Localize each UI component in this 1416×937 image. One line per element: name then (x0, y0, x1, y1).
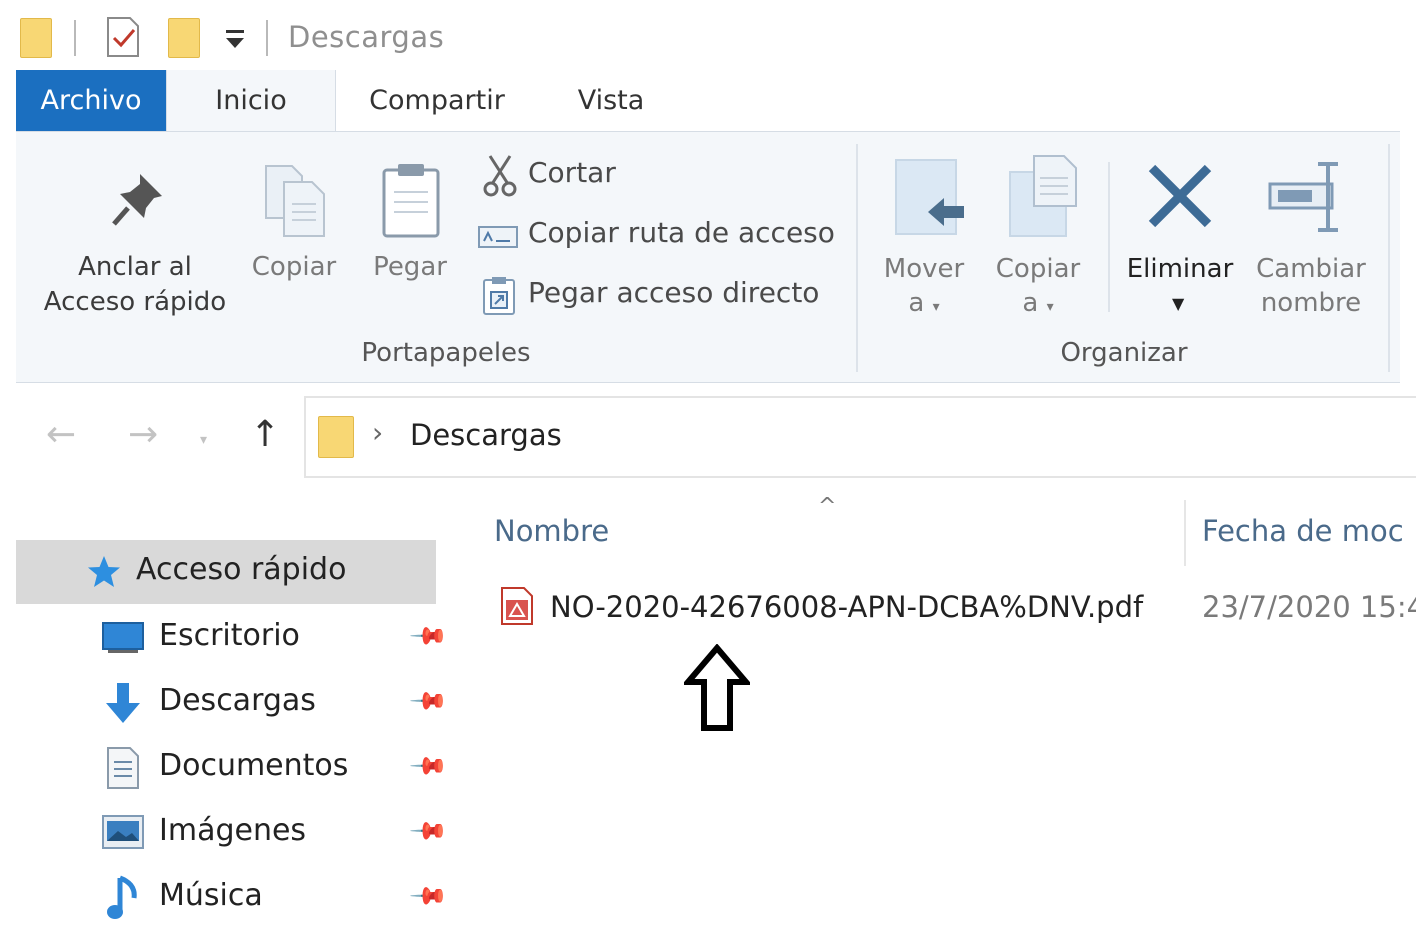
copy-to-button[interactable]: Copiar a ▾ (986, 155, 1090, 346)
copy-icon (262, 164, 328, 238)
column-header-name[interactable]: Nombre (494, 514, 609, 548)
cut-label: Cortar (528, 156, 616, 189)
pin-quick-access-button[interactable]: Anclar al Acceso rápido (30, 162, 240, 352)
pin-icon (110, 168, 170, 228)
delete-x-icon (1144, 160, 1216, 232)
address-folder-icon (318, 416, 354, 458)
cut-button[interactable]: Cortar (478, 154, 848, 198)
toolbar-separator (74, 20, 76, 56)
desktop-icon (102, 622, 144, 654)
pin-icon[interactable]: 📌 (408, 616, 449, 657)
nav-item-imagenes[interactable]: Imágenes 📌 (16, 803, 449, 863)
ribbon: Anclar al Acceso rápido Copiar Pegar Cor… (16, 131, 1400, 383)
copy-to-icon (1006, 152, 1084, 240)
downloads-icon (104, 681, 142, 725)
organize-group-label: Organizar (1060, 338, 1188, 368)
pdf-icon (500, 586, 534, 626)
delete-dropdown-arrow[interactable]: ▼ (1172, 294, 1184, 313)
rename-button[interactable]: Cambiar nombre (1246, 156, 1376, 346)
tab-archivo[interactable]: Archivo (16, 70, 166, 132)
recent-locations-chevron-icon[interactable]: ▾ (200, 432, 207, 448)
pin-label-line1: Anclar al (78, 252, 192, 282)
quick-access-label: Acceso rápido (136, 552, 347, 587)
ribbon-tabs: Archivo Inicio Compartir Vista (16, 70, 1400, 132)
forward-arrow-icon[interactable]: → (128, 414, 158, 455)
customize-toolbar-icon[interactable] (224, 22, 248, 50)
music-icon (106, 874, 140, 922)
nav-item-label: Imágenes (159, 813, 307, 848)
paste-shortcut-label: Pegar acceso directo (528, 276, 820, 309)
nav-item-escritorio[interactable]: Escritorio 📌 (16, 608, 449, 668)
delete-button[interactable]: Eliminar ▼ (1120, 156, 1240, 346)
paste-label: Pegar (373, 252, 447, 282)
copy-path-label: Copiar ruta de acceso (528, 216, 835, 249)
folder-icon[interactable] (20, 18, 52, 58)
move-to-button[interactable]: Mover a ▾ (874, 156, 974, 346)
paste-button[interactable]: Pegar (360, 162, 460, 352)
title-bar: Descargas (0, 0, 1416, 70)
window-title: Descargas (288, 20, 445, 54)
clipboard-group-label: Portapapeles (361, 338, 531, 368)
annotation-arrow-icon (681, 643, 753, 732)
nav-item-descargas[interactable]: Descargas 📌 (16, 673, 449, 733)
copy-label: Copiar (251, 252, 337, 282)
tab-compartir[interactable]: Compartir (346, 70, 528, 132)
star-icon (86, 554, 122, 590)
rename-label-line1: Cambiar (1256, 254, 1366, 284)
breadcrumb-chevron-icon[interactable]: › (372, 416, 383, 449)
column-header-date[interactable]: Fecha de moc (1202, 514, 1416, 548)
file-row[interactable]: NO-2020-42676008-APN-DCBA%DNV.pdf 23/7/2… (492, 580, 1416, 640)
pictures-icon (102, 815, 144, 849)
pin-icon[interactable]: 📌 (408, 681, 449, 722)
delete-label: Eliminar (1126, 254, 1234, 284)
group-divider-2 (1388, 144, 1390, 372)
breadcrumb-descargas[interactable]: Descargas (410, 418, 562, 452)
nav-quick-access[interactable]: Acceso rápido (16, 540, 436, 604)
pin-label-line2: Acceso rápido (43, 287, 227, 317)
file-name: NO-2020-42676008-APN-DCBA%DNV.pdf (550, 590, 1144, 624)
move-to-icon (890, 156, 970, 240)
new-folder-icon[interactable] (168, 18, 200, 58)
rename-label-line2: nombre (1260, 288, 1362, 318)
back-arrow-icon[interactable]: ← (46, 414, 76, 455)
copy-path-button[interactable]: Copiar ruta de acceso (478, 214, 848, 258)
up-arrow-icon[interactable]: ↑ (250, 414, 280, 455)
file-date: 23/7/2020 15:4 (1202, 590, 1416, 624)
nav-item-label: Escritorio (159, 618, 300, 653)
paste-shortcut-button[interactable]: Pegar acceso directo (478, 274, 848, 318)
column-divider[interactable] (1184, 500, 1186, 566)
pin-icon[interactable]: 📌 (408, 876, 449, 917)
nav-item-label: Documentos (159, 748, 349, 783)
paste-shortcut-icon (482, 276, 516, 316)
properties-icon[interactable] (104, 16, 142, 58)
clipboard-icon (380, 162, 442, 238)
title-separator (266, 20, 268, 56)
nav-item-musica[interactable]: Música 📌 (16, 868, 449, 928)
tab-inicio[interactable]: Inicio (166, 70, 336, 132)
copy-button[interactable]: Copiar (242, 162, 346, 352)
move-to-label-line2: a ▾ (908, 288, 940, 318)
copy-to-label-line2: a ▾ (1022, 288, 1054, 318)
address-bar[interactable]: › Descargas (304, 396, 1416, 478)
move-to-label-line1: Mover (883, 254, 965, 284)
rename-icon (1266, 158, 1350, 238)
pin-icon[interactable]: 📌 (408, 811, 449, 852)
pin-icon[interactable]: 📌 (408, 746, 449, 787)
tab-vista[interactable]: Vista (556, 70, 666, 132)
nav-item-documentos[interactable]: Documentos 📌 (16, 738, 449, 798)
copy-to-label-line1: Copiar (995, 254, 1081, 284)
nav-item-label: Descargas (159, 683, 316, 718)
delete-divider (1108, 162, 1110, 312)
documents-icon (106, 746, 140, 790)
copy-path-icon (478, 226, 518, 248)
scissors-icon (480, 154, 520, 198)
nav-item-label: Música (159, 878, 263, 913)
group-divider (856, 144, 858, 372)
sort-ascending-icon[interactable]: ^ (818, 494, 836, 519)
